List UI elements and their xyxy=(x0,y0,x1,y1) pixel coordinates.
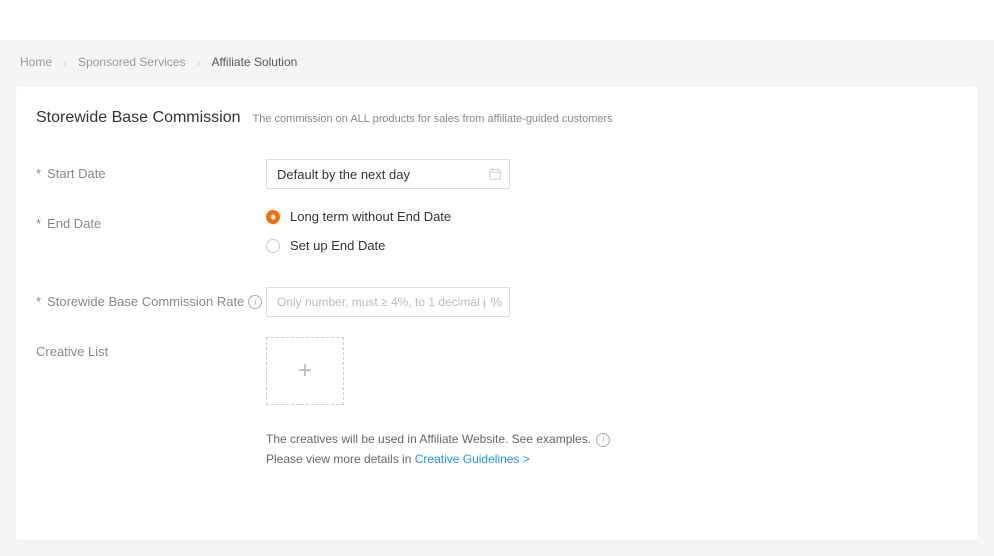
card-header: Storewide Base Commission The commission… xyxy=(36,109,958,127)
creative-upload-box[interactable]: + xyxy=(266,337,344,405)
radio-long-term-label: Long term without End Date xyxy=(290,209,451,224)
rate-label: * Storewide Base Commission Rate i xyxy=(36,287,266,309)
breadcrumb-current: Affiliate Solution xyxy=(211,55,297,69)
card-subtitle: The commission on ALL products for sales… xyxy=(253,113,613,125)
chevron-right-icon: › xyxy=(63,58,66,69)
radio-setup-label: Set up End Date xyxy=(290,238,385,253)
breadcrumb: Home › Sponsored Services › Affiliate So… xyxy=(0,40,994,87)
radio-icon-selected xyxy=(266,210,280,224)
topbar xyxy=(0,0,994,40)
row-creative-list: Creative List + The creatives will be us… xyxy=(36,337,958,470)
breadcrumb-sponsored[interactable]: Sponsored Services xyxy=(78,55,185,69)
start-date-input[interactable] xyxy=(266,159,510,189)
end-date-label: * End Date xyxy=(36,209,266,231)
breadcrumb-home[interactable]: Home xyxy=(20,55,52,69)
required-asterisk: * xyxy=(36,294,41,309)
row-end-date: * End Date Long term without End Date Se… xyxy=(36,209,958,267)
required-asterisk: * xyxy=(36,216,41,231)
row-commission-rate: * Storewide Base Commission Rate i % xyxy=(36,287,958,317)
commission-card: Storewide Base Commission The commission… xyxy=(16,87,978,540)
creative-desc-line1: The creatives will be used in Affiliate … xyxy=(266,432,591,446)
creative-desc-line2a: Please view more details in xyxy=(266,452,415,466)
row-start-date: * Start Date xyxy=(36,159,958,189)
start-date-label: * Start Date xyxy=(36,159,266,181)
info-icon[interactable]: i xyxy=(248,295,262,309)
plus-icon: + xyxy=(298,359,312,383)
radio-long-term[interactable]: Long term without End Date xyxy=(266,209,958,224)
creative-list-label-text: Creative List xyxy=(36,344,108,359)
commission-rate-input[interactable] xyxy=(266,287,510,317)
chevron-right-icon: › xyxy=(197,58,200,69)
radio-setup-end-date[interactable]: Set up End Date xyxy=(266,238,958,253)
start-date-label-text: Start Date xyxy=(47,166,106,181)
creative-guidelines-link[interactable]: Creative Guidelines > xyxy=(415,452,530,466)
radio-icon-unselected xyxy=(266,239,280,253)
rate-label-text: Storewide Base Commission Rate xyxy=(47,294,244,309)
card-title: Storewide Base Commission xyxy=(36,109,241,127)
required-asterisk: * xyxy=(36,166,41,181)
creative-list-label: Creative List xyxy=(36,337,266,359)
info-icon[interactable]: i xyxy=(596,433,610,447)
creative-description: The creatives will be used in Affiliate … xyxy=(266,429,958,470)
end-date-label-text: End Date xyxy=(47,216,101,231)
